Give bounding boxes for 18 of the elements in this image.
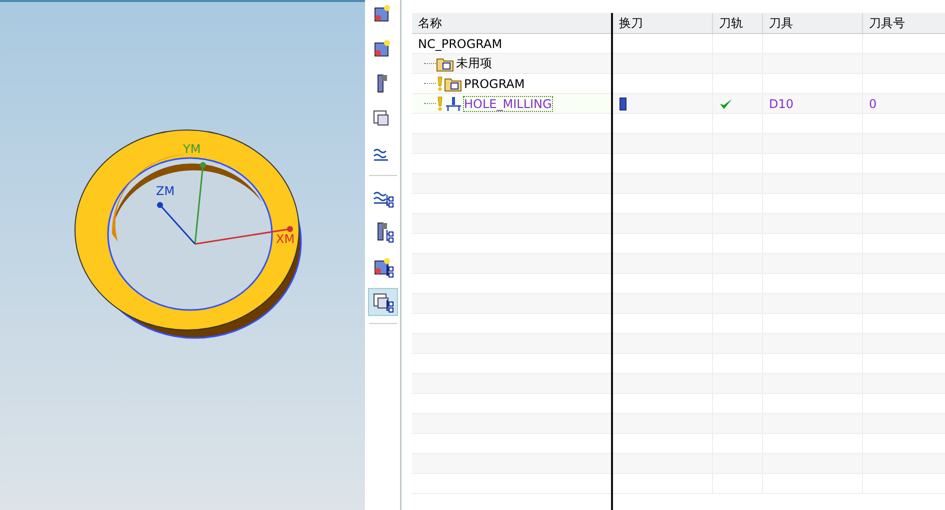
tree-item-name: NC_PROGRAM [418, 36, 502, 50]
tree-row[interactable]: HOLE_MILLING [412, 94, 613, 114]
folder-icon [444, 76, 462, 92]
column-header[interactable]: 刀具号 [863, 13, 945, 33]
column-header[interactable]: 刀轨 [713, 13, 763, 33]
grid-icon [372, 291, 394, 313]
cube-icon [372, 256, 394, 278]
table-cell: D10 [763, 94, 863, 114]
axis-label: XM [276, 232, 295, 246]
tree-item-name: HOLE_MILLING [464, 96, 552, 110]
drill-icon [444, 96, 462, 112]
axis-label: YM [183, 142, 201, 156]
axis-label: ZM [156, 184, 175, 198]
toolbar-button[interactable] [368, 288, 398, 316]
column-header[interactable]: 刀具 [763, 13, 863, 33]
tree-item-name: PROGRAM [464, 76, 525, 90]
table-cell: 0 [863, 94, 945, 114]
tree-item-name: 未用项 [456, 55, 492, 72]
